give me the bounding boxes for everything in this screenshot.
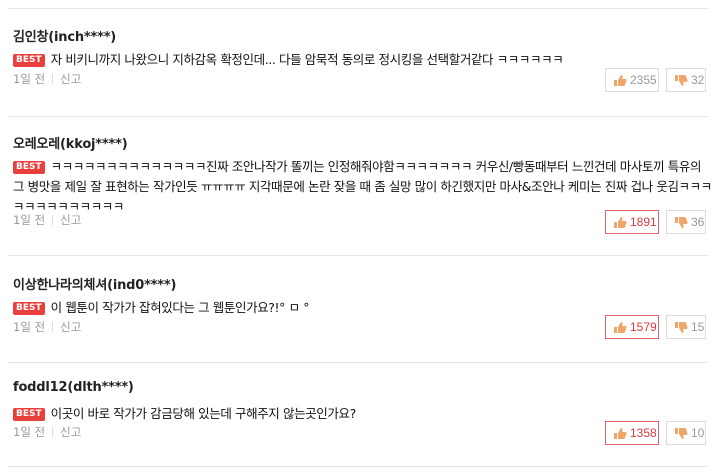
meta-divider xyxy=(52,74,54,84)
dislike-count: 32 xyxy=(691,73,705,87)
thumbs-up-icon xyxy=(614,427,627,439)
like-button[interactable]: 1358 xyxy=(605,421,659,445)
best-badge: BEST xyxy=(13,302,45,315)
meta-divider xyxy=(52,427,54,437)
dislike-count: 36 xyxy=(691,215,705,229)
divider xyxy=(8,466,708,467)
dislike-button[interactable]: 15 xyxy=(666,315,706,339)
thumbs-down-icon xyxy=(675,427,688,439)
comment-meta: 1일 전 신고 xyxy=(13,319,81,335)
comment-time: 1일 전 xyxy=(13,72,46,86)
thumbs-up-icon xyxy=(614,74,627,86)
comment-list: 김인창(inch****) BEST 자 비키니까지 나왔으니 지하감옥 확정인데… xyxy=(0,0,724,473)
dislike-button[interactable]: 10 xyxy=(666,421,706,445)
comment-text: 자 비키니까지 나왔으니 지하감옥 확정인데... 다들 암묵적 동의로 정시킹… xyxy=(50,52,564,67)
meta-divider xyxy=(52,215,54,225)
like-count: 1891 xyxy=(630,215,657,229)
comment-meta: 1일 전 신고 xyxy=(13,71,81,87)
dislike-button[interactable]: 32 xyxy=(666,68,706,92)
comment-time: 1일 전 xyxy=(13,213,46,227)
like-count: 1358 xyxy=(630,426,657,440)
comment-author[interactable]: 김인창(inch****) xyxy=(13,26,116,45)
like-count: 1579 xyxy=(630,320,657,334)
comment-author[interactable]: foddl12(dlth****) xyxy=(13,380,134,395)
comment-meta: 1일 전 신고 xyxy=(13,424,81,440)
comment-item: 김인창(inch****) BEST 자 비키니까지 나왔으니 지하감옥 확정인데… xyxy=(0,26,724,106)
comment-meta: 1일 전 신고 xyxy=(13,212,81,228)
like-count: 2355 xyxy=(630,73,657,87)
report-button[interactable]: 신고 xyxy=(60,425,81,439)
best-badge: BEST xyxy=(13,408,45,421)
thumbs-down-icon xyxy=(675,216,688,228)
thumbs-down-icon xyxy=(675,74,688,86)
comment-text: 이 웹툰이 작가가 잡혀있다는 그 웹툰인가요?!° ㅁ ° xyxy=(50,300,310,315)
best-badge: BEST xyxy=(13,54,45,67)
comment-text: ㅋㅋㅋㅋㅋㅋㅋㅋㅋㅋㅋㅋㅋㅋ진짜 조안나작가 똘끼는 인정해줘야함ㅋㅋㅋㅋㅋㅋㅋ… xyxy=(13,159,712,214)
comment-author[interactable]: 이상한나라의체셔(ind0****) xyxy=(13,274,176,293)
thumbs-up-icon xyxy=(614,216,627,228)
report-button[interactable]: 신고 xyxy=(60,72,81,86)
dislike-count: 15 xyxy=(691,320,705,334)
comment-time: 1일 전 xyxy=(13,320,46,334)
best-badge: BEST xyxy=(13,161,45,174)
like-button[interactable]: 1579 xyxy=(605,315,659,339)
divider xyxy=(8,255,708,256)
divider xyxy=(8,8,708,9)
divider xyxy=(8,362,708,363)
like-button[interactable]: 2355 xyxy=(605,68,659,92)
divider xyxy=(8,116,708,117)
like-button[interactable]: 1891 xyxy=(605,210,659,234)
comment-text: 이곳이 바로 작가가 감금당해 있는데 구해주지 않는곳인가요? xyxy=(50,406,357,421)
comment-time: 1일 전 xyxy=(13,425,46,439)
comment-author[interactable]: 오레오레(kkoj****) xyxy=(13,133,128,152)
thumbs-down-icon xyxy=(675,321,688,333)
comment-item: 이상한나라의체셔(ind0****) BEST 이 웹툰이 작가가 잡혀있다는 그… xyxy=(0,274,724,354)
meta-divider xyxy=(52,322,54,332)
thumbs-up-icon xyxy=(614,321,627,333)
dislike-button[interactable]: 36 xyxy=(666,210,706,234)
dislike-count: 10 xyxy=(691,426,705,440)
report-button[interactable]: 신고 xyxy=(60,213,81,227)
report-button[interactable]: 신고 xyxy=(60,320,81,334)
comment-item: foddl12(dlth****) BEST 이곳이 바로 작가가 감금당해 있는… xyxy=(0,380,724,460)
comment-body: BEST 자 비키니까지 나왔으니 지하감옥 확정인데... 다들 암묵적 동의로… xyxy=(13,50,713,70)
comment-item: 오레오레(kkoj****) BEST ㅋㅋㅋㅋㅋㅋㅋㅋㅋㅋㅋㅋㅋㅋ진짜 조안나작… xyxy=(0,133,724,243)
comment-body: BEST ㅋㅋㅋㅋㅋㅋㅋㅋㅋㅋㅋㅋㅋㅋ진짜 조안나작가 똘끼는 인정해줘야함ㅋㅋㅋ… xyxy=(13,157,713,217)
